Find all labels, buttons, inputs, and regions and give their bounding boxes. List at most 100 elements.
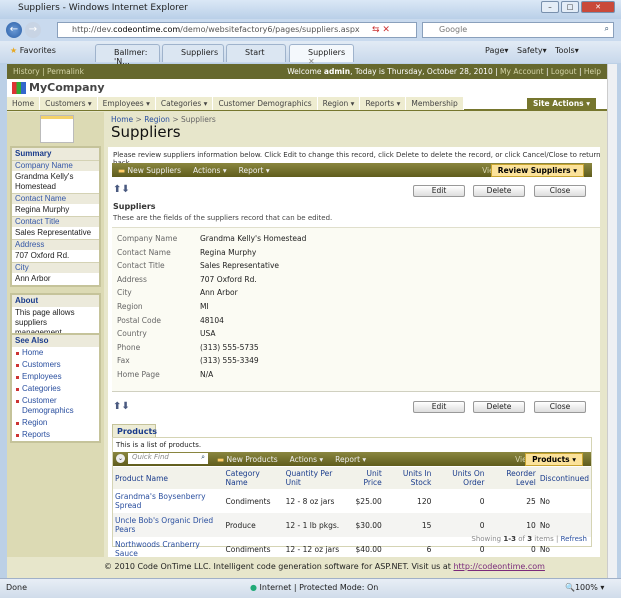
table-cell: 15 bbox=[383, 513, 434, 537]
logout-link[interactable]: Logout bbox=[551, 67, 577, 76]
column-header[interactable]: Product Name bbox=[113, 467, 224, 489]
forward-button[interactable]: → bbox=[25, 22, 41, 38]
summary-box: Summary Company Name Grandma Kelly's Home… bbox=[10, 146, 101, 287]
zoom-icon: 🔍 bbox=[565, 583, 575, 592]
favorites-button[interactable]: ★ Favorites bbox=[10, 46, 56, 55]
delete-button[interactable]: Delete bbox=[473, 185, 525, 197]
see-also-link[interactable]: Employees bbox=[12, 371, 99, 383]
column-header[interactable]: Reorder Level bbox=[486, 467, 538, 489]
history-link[interactable]: History bbox=[13, 67, 40, 76]
permalink-link[interactable]: Permalink bbox=[47, 67, 84, 76]
search-icon[interactable]: ⌕ bbox=[605, 24, 609, 34]
menu-home[interactable]: Home bbox=[7, 97, 41, 110]
quick-find-input[interactable]: Quick Find ⌕ bbox=[128, 453, 208, 464]
actions-menu[interactable]: Actions ▾ bbox=[290, 455, 324, 464]
new-record-icon: ▬ bbox=[217, 454, 225, 464]
close-window-button[interactable]: ✕ bbox=[581, 1, 615, 13]
search-input[interactable]: Google ⌕ bbox=[422, 22, 614, 38]
sidebar: Summary Company Name Grandma Kelly's Home… bbox=[7, 112, 104, 557]
browser-tab-active[interactable]: Suppliers ✕ bbox=[289, 44, 354, 66]
address-bar[interactable]: http://dev.codeontime.com/demo/websitefa… bbox=[57, 22, 417, 38]
column-header[interactable]: Quantity Per Unit bbox=[283, 467, 346, 489]
zoom-level[interactable]: 🔍100% ▾ bbox=[565, 583, 604, 592]
actions-menu[interactable]: Actions ▾ bbox=[193, 166, 227, 175]
close-button[interactable]: Close bbox=[534, 185, 586, 197]
menu-employees[interactable]: Employees ▾ bbox=[97, 97, 156, 110]
table-cell[interactable]: Grandma's Boysenberry Spread bbox=[113, 489, 224, 513]
welcome-text: Welcome admin, Today is Thursday, Octobe… bbox=[287, 67, 601, 76]
edit-button[interactable]: Edit bbox=[413, 401, 465, 413]
see-also-title: See Also bbox=[12, 335, 99, 347]
table-cell[interactable]: Uncle Bob's Organic Dried Pears bbox=[113, 513, 224, 537]
table-cell: 12 - 12 oz jars bbox=[285, 544, 340, 554]
field-label: Fax bbox=[117, 356, 130, 366]
view-selector[interactable]: Products ▾ bbox=[525, 453, 583, 466]
column-header[interactable]: Category Name bbox=[223, 467, 284, 489]
security-zone[interactable]: ● Internet | Protected Mode: On bbox=[250, 583, 378, 592]
column-header[interactable]: Discontinued bbox=[537, 467, 591, 489]
delete-button[interactable]: Delete bbox=[473, 401, 525, 413]
table-cell: 6 bbox=[426, 544, 432, 554]
field-label: City bbox=[117, 288, 132, 298]
minimize-button[interactable]: – bbox=[541, 1, 559, 13]
table-cell: 0 bbox=[433, 513, 487, 537]
menu-membership[interactable]: Membership bbox=[406, 97, 464, 110]
field-value: 707 Oxford Rd. bbox=[200, 274, 257, 284]
view-selector[interactable]: Review Suppliers ▾ bbox=[490, 164, 584, 177]
maximize-button[interactable]: □ bbox=[561, 1, 579, 13]
new-products-button[interactable]: ▬ New Products bbox=[217, 455, 278, 464]
field-label: Contact Title bbox=[117, 261, 165, 271]
scrollbar[interactable] bbox=[607, 64, 617, 578]
summary-label: Contact Title bbox=[12, 216, 99, 227]
summary-title: Summary bbox=[12, 148, 99, 160]
back-button[interactable]: ← bbox=[6, 22, 22, 38]
field-label: Region bbox=[117, 302, 143, 311]
browser-tab[interactable]: Suppliers bbox=[162, 44, 224, 62]
column-header[interactable]: Unit Price bbox=[345, 467, 384, 489]
menu-customer-demographics[interactable]: Customer Demographics bbox=[213, 97, 318, 110]
tools-menu[interactable]: Tools▾ bbox=[555, 46, 579, 55]
page-menu[interactable]: Page▾ bbox=[485, 46, 508, 55]
new-suppliers-button[interactable]: ▬ New Suppliers bbox=[118, 166, 181, 175]
field-value: MI bbox=[200, 302, 209, 311]
help-link[interactable]: Help bbox=[584, 67, 601, 76]
report-menu[interactable]: Report ▾ bbox=[335, 455, 366, 464]
table-row[interactable]: Uncle Bob's Organic Dried Pears Produce 12… bbox=[113, 513, 591, 537]
column-header[interactable]: Units In Stock bbox=[383, 467, 434, 489]
safety-menu[interactable]: Safety▾ bbox=[517, 46, 547, 55]
tab-products[interactable]: Products bbox=[112, 424, 157, 437]
form-title: Suppliers bbox=[113, 202, 156, 211]
refresh-stop-icons[interactable]: ⇆ ✕ bbox=[372, 25, 390, 35]
footer-link[interactable]: http://codeontime.com bbox=[453, 562, 544, 571]
see-also-link[interactable]: Customers bbox=[12, 359, 99, 371]
menu-customers[interactable]: Customers ▾ bbox=[40, 97, 98, 110]
menu-region[interactable]: Region ▾ bbox=[317, 97, 361, 110]
see-also-link[interactable]: Region bbox=[12, 417, 99, 429]
site-actions-button[interactable]: Site Actions ▾ bbox=[527, 98, 596, 110]
field-label: Address bbox=[117, 274, 147, 284]
refresh-link[interactable]: Refresh bbox=[561, 535, 587, 543]
field-value: (313) 555-5735 bbox=[200, 342, 259, 352]
see-also-link[interactable]: Home bbox=[12, 347, 99, 359]
close-button[interactable]: Close bbox=[534, 401, 586, 413]
column-header[interactable]: Units On Order bbox=[433, 467, 487, 489]
collapse-icon[interactable]: ⌄ bbox=[116, 454, 125, 463]
see-also-link[interactable]: Categories bbox=[12, 383, 99, 395]
edit-button[interactable]: Edit bbox=[413, 185, 465, 197]
see-also-link[interactable]: Customer Demographics bbox=[12, 395, 99, 417]
navigation-arrows-icon[interactable]: ⬆⬇ bbox=[113, 401, 130, 412]
browser-tab[interactable]: Ballmer: 'N... bbox=[95, 44, 160, 66]
report-menu[interactable]: Report ▾ bbox=[239, 166, 270, 175]
table-cell: Condiments bbox=[225, 496, 271, 506]
table-row[interactable]: Grandma's Boysenberry Spread Condiments 12… bbox=[113, 489, 591, 513]
see-also-link[interactable]: Reports bbox=[12, 429, 99, 441]
my-account-link[interactable]: My Account bbox=[500, 67, 544, 76]
menu-reports[interactable]: Reports ▾ bbox=[360, 97, 407, 110]
menu-categories[interactable]: Categories ▾ bbox=[155, 97, 214, 110]
search-icon[interactable]: ⌕ bbox=[201, 453, 205, 462]
products-grid: This is a list of products. ⌄ Quick Find… bbox=[112, 437, 592, 558]
browser-tab[interactable]: Start bbox=[226, 44, 286, 62]
table-cell[interactable]: Northwoods Cranberry Sauce bbox=[113, 537, 224, 561]
navigation-arrows-icon[interactable]: ⬆⬇ bbox=[113, 184, 130, 195]
table-cell: 120 bbox=[417, 496, 432, 506]
